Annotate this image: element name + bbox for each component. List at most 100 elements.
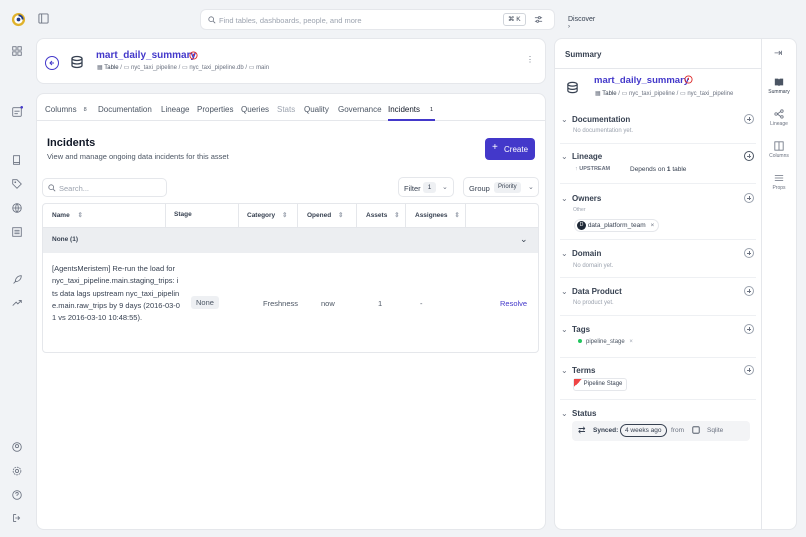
table-icon: ▦ <box>97 65 103 71</box>
add-tag-icon[interactable] <box>744 324 754 334</box>
tab-queries[interactable]: Queries <box>241 105 269 114</box>
incidents-title: Incidents <box>47 137 96 149</box>
settings-icon[interactable] <box>11 465 25 479</box>
inbox-icon[interactable] <box>11 106 25 120</box>
tab-documentation[interactable]: Documentation <box>98 105 152 114</box>
column-header-name[interactable]: Name ⇕ <box>52 211 83 219</box>
section-terms-title[interactable]: Terms <box>572 366 595 375</box>
tag-dot-icon <box>578 339 582 344</box>
help-icon[interactable] <box>11 489 25 503</box>
incident-search-input[interactable]: Search... <box>42 178 167 197</box>
right-tab-summary[interactable]: Summary <box>764 77 794 95</box>
chevron-down-icon[interactable]: ⌄ <box>561 325 568 334</box>
asset-branch-link[interactable]: main <box>256 65 269 71</box>
chevron-down-icon[interactable]: ⌄ <box>561 366 568 375</box>
asset-db-link[interactable]: nyc_taxi_pipeline <box>687 91 733 97</box>
chevron-down-icon[interactable]: ⌄ <box>561 249 568 258</box>
search-icon <box>48 184 56 192</box>
logout-icon[interactable] <box>11 512 25 526</box>
from-label: from <box>671 427 684 434</box>
tab-stats[interactable]: Stats <box>277 105 295 114</box>
asset-header-card: mart_daily_summary ▦ Table / ▭ nyc_taxi_… <box>36 38 546 84</box>
lineage-graph-icon[interactable] <box>744 151 754 161</box>
section-status-title[interactable]: Status <box>572 409 596 418</box>
add-data-product-icon[interactable] <box>744 286 754 296</box>
column-header-assignees[interactable]: Assignees ⇕ <box>415 211 460 219</box>
table-row[interactable]: [AgentsMeristem] Re-run the load for nyc… <box>43 254 538 352</box>
section-data-product-title[interactable]: Data Product <box>572 287 622 296</box>
add-term-icon[interactable] <box>744 365 754 375</box>
column-header-opened[interactable]: Opened ⇕ <box>307 211 343 219</box>
filter-sliders-icon[interactable] <box>534 15 543 24</box>
section-owners-title[interactable]: Owners <box>572 194 601 203</box>
rocket-icon[interactable] <box>11 274 25 288</box>
tab-quality[interactable]: Quality <box>304 105 329 114</box>
trending-icon[interactable] <box>11 297 25 311</box>
globe-icon[interactable] <box>11 202 25 216</box>
tab-columns[interactable]: Columns 8 <box>45 105 87 114</box>
tab-lineage[interactable]: Lineage <box>161 105 189 114</box>
back-button[interactable] <box>45 56 59 70</box>
remove-icon[interactable]: × <box>650 222 654 229</box>
more-options-icon[interactable]: ⋮ <box>526 56 534 64</box>
tag-icon[interactable] <box>11 178 25 192</box>
create-incident-button[interactable]: + Create <box>485 138 535 160</box>
header-label: Opened <box>307 212 332 219</box>
chevron-down-icon[interactable]: ⌄ <box>561 115 568 124</box>
user-icon[interactable] <box>11 441 25 455</box>
tab-properties[interactable]: Properties <box>197 105 233 114</box>
resolve-button[interactable]: Resolve <box>500 299 527 308</box>
global-search-input[interactable]: Find tables, dashboards, people, and mor… <box>200 9 555 30</box>
asset-schema-link[interactable]: nyc_taxi_pipeline <box>131 65 177 71</box>
list-icon[interactable] <box>11 226 25 240</box>
tag-chip[interactable]: pipeline_stage × <box>574 337 637 348</box>
alert-icon[interactable] <box>684 75 693 84</box>
column-header-assets[interactable]: Assets ⇕ <box>366 211 400 219</box>
sort-icon: ⇕ <box>338 212 344 219</box>
term-chip[interactable]: Pipeline Stage <box>573 378 628 391</box>
right-tab-props[interactable]: Props <box>764 173 794 191</box>
tab-incidents[interactable]: Incidents 1 <box>388 105 433 114</box>
add-domain-icon[interactable] <box>744 248 754 258</box>
create-label: Create <box>504 144 529 154</box>
stage-badge[interactable]: None <box>191 296 219 309</box>
remove-icon[interactable]: × <box>629 339 633 345</box>
column-header-stage[interactable]: Stage <box>174 211 192 218</box>
search-icon <box>208 16 216 24</box>
data-product-empty: No product yet. <box>573 300 614 306</box>
asset-schema-link[interactable]: nyc_taxi_pipeline <box>629 91 675 97</box>
chevron-down-icon[interactable]: ⌄ <box>561 194 568 203</box>
filter-button[interactable]: Filter 1 ⌄ <box>398 177 454 197</box>
incident-name[interactable]: [AgentsMeristem] Re-run the load for nyc… <box>52 263 180 324</box>
alert-icon[interactable] <box>189 51 198 60</box>
close-panel-icon[interactable]: ⇥ <box>774 48 782 59</box>
chevron-down-icon[interactable]: ⌄ <box>561 409 568 418</box>
database-icon <box>692 426 700 434</box>
asset-db-link[interactable]: nyc_taxi_pipeline.db <box>189 65 243 71</box>
column-header-category[interactable]: Category ⇕ <box>247 211 287 219</box>
grid-icon[interactable] <box>11 45 25 59</box>
discover-label: Discover <box>568 16 596 23</box>
group-row[interactable]: None (1) ⌄ <box>43 228 538 253</box>
section-documentation-title[interactable]: Documentation <box>572 115 630 124</box>
col-divider <box>165 204 166 227</box>
sidebar-toggle-icon[interactable] <box>38 13 49 24</box>
summary-divider <box>554 68 761 69</box>
tab-governance[interactable]: Governance <box>338 105 382 114</box>
section-lineage-title[interactable]: Lineage <box>572 152 602 161</box>
right-tab-lineage[interactable]: Lineage <box>764 109 794 127</box>
section-tags-title[interactable]: Tags <box>572 325 590 334</box>
owner-chip[interactable]: D data_platform_team × <box>574 219 660 232</box>
section-domain-title[interactable]: Domain <box>572 249 601 258</box>
group-button[interactable]: Group Priority ⌄ <box>463 177 539 197</box>
depends-on-text[interactable]: Depends on 1 table <box>630 166 686 173</box>
depends-count: 1 <box>666 166 671 173</box>
chevron-down-icon[interactable]: ⌄ <box>561 287 568 296</box>
app-logo-icon[interactable] <box>11 12 26 27</box>
chevron-down-icon[interactable]: ⌄ <box>561 152 568 161</box>
add-documentation-icon[interactable] <box>744 114 754 124</box>
discover-link[interactable]: Discover › <box>568 16 595 30</box>
right-tab-columns[interactable]: Columns <box>764 141 794 159</box>
book-icon[interactable] <box>11 154 25 168</box>
add-owner-icon[interactable] <box>744 193 754 203</box>
